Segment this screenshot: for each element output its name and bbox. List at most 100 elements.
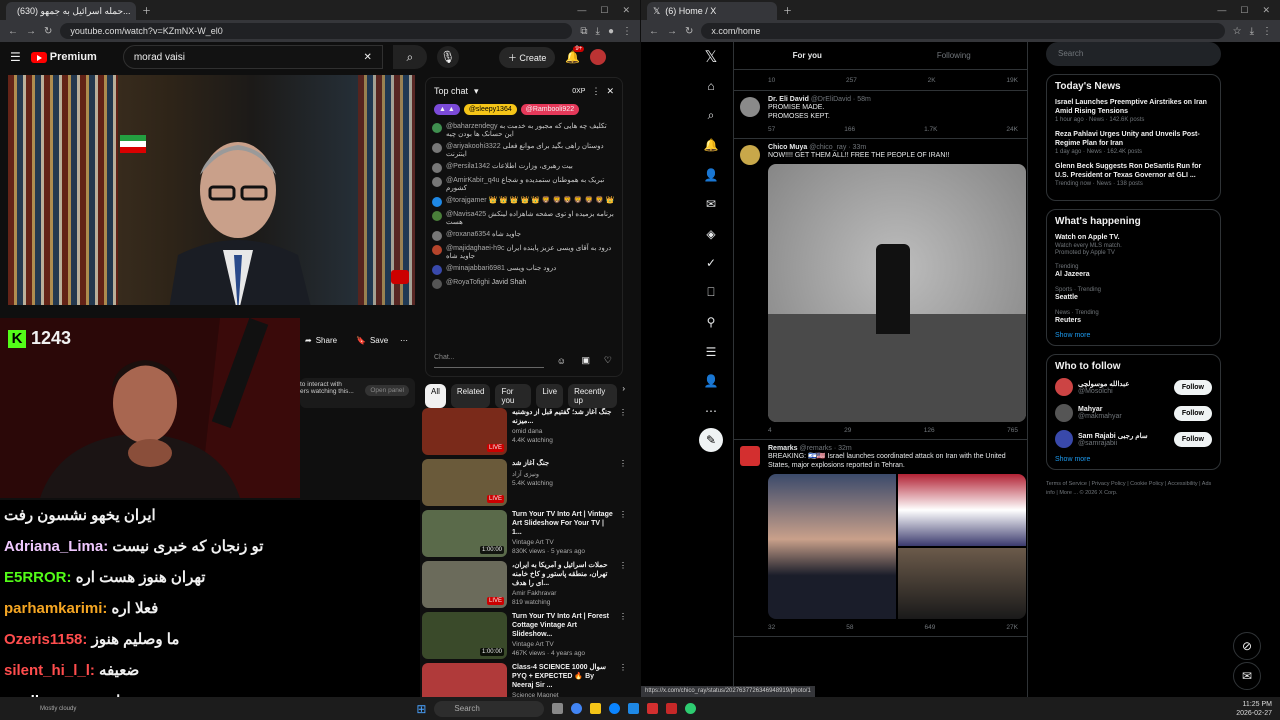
emoji-icon[interactable]: ☺ [557, 356, 566, 366]
chevron-down-icon[interactable]: ▾ [474, 86, 479, 97]
edge-icon[interactable] [609, 703, 621, 714]
repost-count[interactable]: 257 [846, 77, 857, 84]
video-menu-icon[interactable]: ⋮ [619, 561, 627, 611]
x-search-input[interactable]: Search [1046, 42, 1221, 66]
follow-button[interactable]: Follow [1173, 379, 1212, 395]
tweet-author[interactable]: Dr. Eli David [768, 96, 809, 103]
pill-rambooli[interactable]: @Rambooli922 [520, 104, 580, 115]
more-icon[interactable]: ⋯ [691, 396, 731, 426]
reply-count[interactable]: 4 [768, 427, 772, 434]
search-icon[interactable]: ⌕ [691, 101, 731, 131]
maximize-icon[interactable]: ☐ [600, 5, 608, 16]
chat-username[interactable]: @Persila1342 [446, 163, 490, 170]
back-icon[interactable]: ← [649, 26, 659, 37]
tweet-author[interactable]: Chico Muya [768, 144, 807, 151]
tweet[interactable]: Remarks @remarks · 32m BREAKING: 🇮🇱🇺🇸 Is… [734, 440, 1027, 637]
recommended-video[interactable]: 1:00:00 Turn Your TV Into Art | Vintage A… [422, 510, 627, 560]
forward-icon[interactable]: → [667, 26, 677, 37]
mail-icon[interactable] [666, 703, 678, 714]
search-icon[interactable]: ⌕ [392, 45, 427, 69]
maximize-icon[interactable]: ☐ [1240, 5, 1248, 16]
video-thumbnail[interactable]: 1:00:00 [422, 612, 507, 659]
video-menu-icon[interactable]: ⋮ [619, 510, 627, 560]
chip-for-you[interactable]: For you [495, 384, 532, 408]
video-channel[interactable]: Vintage Art TV [512, 539, 614, 546]
chip-recently[interactable]: Recently up [568, 384, 618, 408]
trend-item[interactable]: Trending Al Jazeera [1055, 263, 1212, 279]
store-icon[interactable] [628, 703, 640, 714]
follow-suggestion[interactable]: Mahyar @makmahyar Follow [1055, 404, 1212, 422]
clear-icon[interactable]: ✕ [363, 52, 371, 63]
avatar[interactable] [432, 197, 442, 207]
taskbar-search[interactable]: Search [434, 700, 545, 717]
jobs-icon[interactable]: ⚲ [691, 308, 731, 338]
video-thumbnail[interactable]: 1:00:00 [422, 510, 507, 557]
view-count[interactable]: 27K [1006, 624, 1018, 631]
news-item[interactable]: Israel Launches Preemptive Airstrikes on… [1055, 98, 1212, 123]
extensions-icon[interactable]: ⧉ [580, 26, 587, 37]
pill-sleepy[interactable]: @sleepy1364 [463, 104, 517, 115]
menu-icon[interactable]: ⋮ [622, 26, 632, 37]
video-title[interactable]: Turn Your TV Into Art | Vintage Art Slid… [512, 510, 614, 537]
messages-float-icon[interactable]: ✉ [1233, 662, 1261, 690]
avatar[interactable] [1055, 404, 1073, 422]
tweet-author[interactable]: Remarks [768, 445, 798, 452]
avatar[interactable] [590, 49, 607, 65]
yt-logo[interactable]: Premium [30, 51, 97, 63]
avatar[interactable] [432, 279, 442, 289]
like-count[interactable]: 2K [928, 77, 936, 84]
new-tab-icon[interactable]: ＋ [783, 4, 792, 17]
like-count[interactable]: 126 [924, 427, 935, 434]
windows-start-icon[interactable]: ⊞ [416, 702, 426, 716]
avatar[interactable] [432, 231, 442, 241]
avatar[interactable] [1055, 378, 1073, 396]
view-count[interactable]: 24K [1006, 126, 1018, 133]
video-title[interactable]: جنگ آغاز شد [512, 459, 614, 468]
view-count[interactable]: 19K [1006, 77, 1018, 84]
trend-item[interactable]: News · Trending Reuters [1055, 309, 1212, 325]
more-icon[interactable]: ⋯ [400, 336, 408, 345]
chat-username[interactable]: @torajgamer [446, 197, 487, 204]
gift-icon[interactable]: ▣ [581, 355, 590, 366]
mic-icon[interactable]: 🎙 [436, 46, 459, 68]
download-icon[interactable]: ⤓ [596, 26, 600, 37]
show-more-link[interactable]: Show more [1055, 332, 1212, 339]
avatar[interactable] [432, 245, 442, 255]
trend-item[interactable]: Sports · Trending Seattle [1055, 286, 1212, 302]
video-menu-icon[interactable]: ⋮ [619, 459, 627, 509]
x-url-field[interactable]: x.com/home [701, 23, 1225, 39]
avatar[interactable] [432, 143, 442, 153]
avatar[interactable] [1055, 430, 1073, 448]
video-thumbnail[interactable]: LIVE [422, 459, 507, 506]
chip-related[interactable]: Related [450, 384, 491, 408]
weather-widget[interactable]: Mostly cloudy [40, 706, 76, 712]
news-item[interactable]: Glenn Beck Suggests Ron DeSantis Run for… [1055, 162, 1212, 187]
kebab-icon[interactable]: ⋮ [591, 86, 600, 97]
avatar[interactable] [432, 177, 442, 187]
tweet-image[interactable] [768, 474, 1026, 619]
back-icon[interactable]: ← [8, 26, 18, 37]
tab-following[interactable]: Following [881, 42, 1028, 69]
video-channel[interactable]: Vintage Art TV [512, 641, 614, 648]
x-logo-icon[interactable]: 𝕏 [691, 42, 731, 72]
avatar[interactable] [740, 97, 760, 117]
tab-for-you[interactable]: For you [734, 42, 881, 69]
view-count[interactable]: 765 [1007, 427, 1018, 434]
forward-icon[interactable]: → [26, 26, 36, 37]
recommended-video[interactable]: LIVE جنگ آغاز شد؛ گفتیم قبل از دوشنبه میز… [422, 408, 627, 458]
recommended-video[interactable]: Class-4 SCIENCE 1000 سوال PYQ + EXPECTED… [422, 663, 627, 697]
video-channel[interactable]: Amir Fakhravar [512, 590, 614, 597]
create-button[interactable]: ＋ Create [498, 46, 556, 68]
video-title[interactable]: Class-4 SCIENCE 1000 سوال PYQ + EXPECTED… [512, 663, 614, 690]
chip-live[interactable]: Live [536, 384, 564, 408]
follow-icon[interactable]: 👤 [691, 160, 731, 190]
x-footer[interactable]: Terms of Service | Privacy Policy | Cook… [1046, 480, 1221, 498]
repost-count[interactable]: 29 [844, 427, 851, 434]
reply-count[interactable]: 57 [768, 126, 775, 133]
video-thumbnail[interactable] [422, 663, 507, 697]
reply-count[interactable]: 32 [768, 624, 775, 631]
app-icon[interactable] [647, 703, 659, 714]
avatar[interactable] [740, 446, 760, 466]
news-item[interactable]: Reza Pahlavi Urges Unity and Unveils Pos… [1055, 130, 1212, 155]
task-view-icon[interactable] [552, 703, 564, 714]
